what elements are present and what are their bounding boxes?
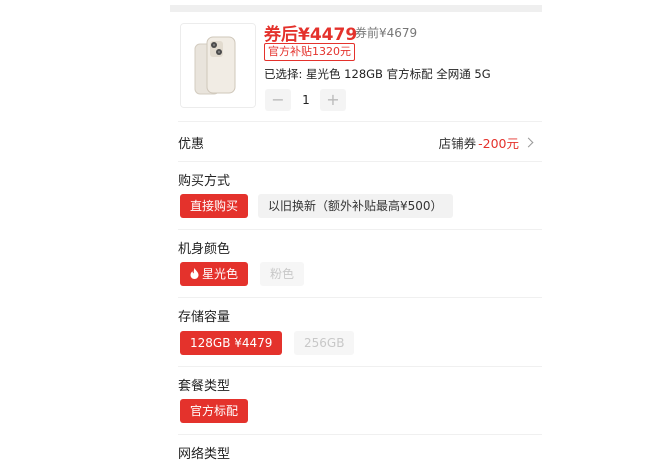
chevron-right-icon	[523, 137, 534, 148]
option-color-starlight[interactable]: 星光色	[180, 262, 249, 286]
option-color-pink[interactable]: 粉色	[260, 262, 305, 286]
option-storage-256gb[interactable]: 256GB	[294, 331, 355, 355]
price-after-coupon: 券后¥4479	[264, 25, 358, 45]
color-label: 机身颜色	[178, 242, 231, 257]
discount-label: 优惠	[178, 137, 205, 152]
product-thumbnail[interactable]	[180, 23, 256, 108]
selected-summary: 已选择: 星光色 128GB 官方标配 全网通 5G	[264, 67, 491, 81]
sku-selector-panel: 券后¥4479 券前¥4679 官方补贴1320元 已选择: 星光色 128GB…	[168, 12, 542, 462]
option-package-standard[interactable]: 官方标配	[180, 399, 249, 423]
network-label: 网络类型	[178, 447, 231, 462]
quantity-increase-button[interactable]: +	[320, 89, 346, 111]
purchase-method-label: 购买方式	[178, 174, 231, 189]
divider	[178, 434, 542, 435]
option-color-starlight-label: 星光色	[202, 267, 239, 281]
divider	[178, 229, 542, 230]
price-before-coupon: 券前¥4679	[355, 26, 418, 40]
storage-label: 存储容量	[178, 310, 231, 325]
top-divider	[170, 5, 542, 12]
coupon-text: 店铺券	[438, 136, 477, 151]
subsidy-badge: 官方补贴1320元	[264, 43, 355, 61]
option-trade-in[interactable]: 以旧换新（额外补贴最高¥500）	[258, 194, 453, 218]
divider	[178, 366, 542, 367]
option-buy-direct[interactable]: 直接购买	[180, 194, 249, 218]
option-storage-128gb[interactable]: 128GB ¥4479	[180, 331, 283, 355]
divider	[178, 161, 542, 162]
coupon-amount: -200元	[478, 136, 519, 151]
package-label: 套餐类型	[178, 379, 231, 394]
divider	[178, 297, 542, 298]
coupon-selector[interactable]: 店铺券 -200元	[438, 133, 534, 152]
divider	[178, 121, 542, 122]
quantity-value[interactable]: 1	[293, 89, 319, 111]
flame-icon	[190, 268, 199, 279]
iphone-image-icon	[181, 24, 255, 107]
quantity-decrease-button[interactable]: −	[265, 89, 291, 111]
